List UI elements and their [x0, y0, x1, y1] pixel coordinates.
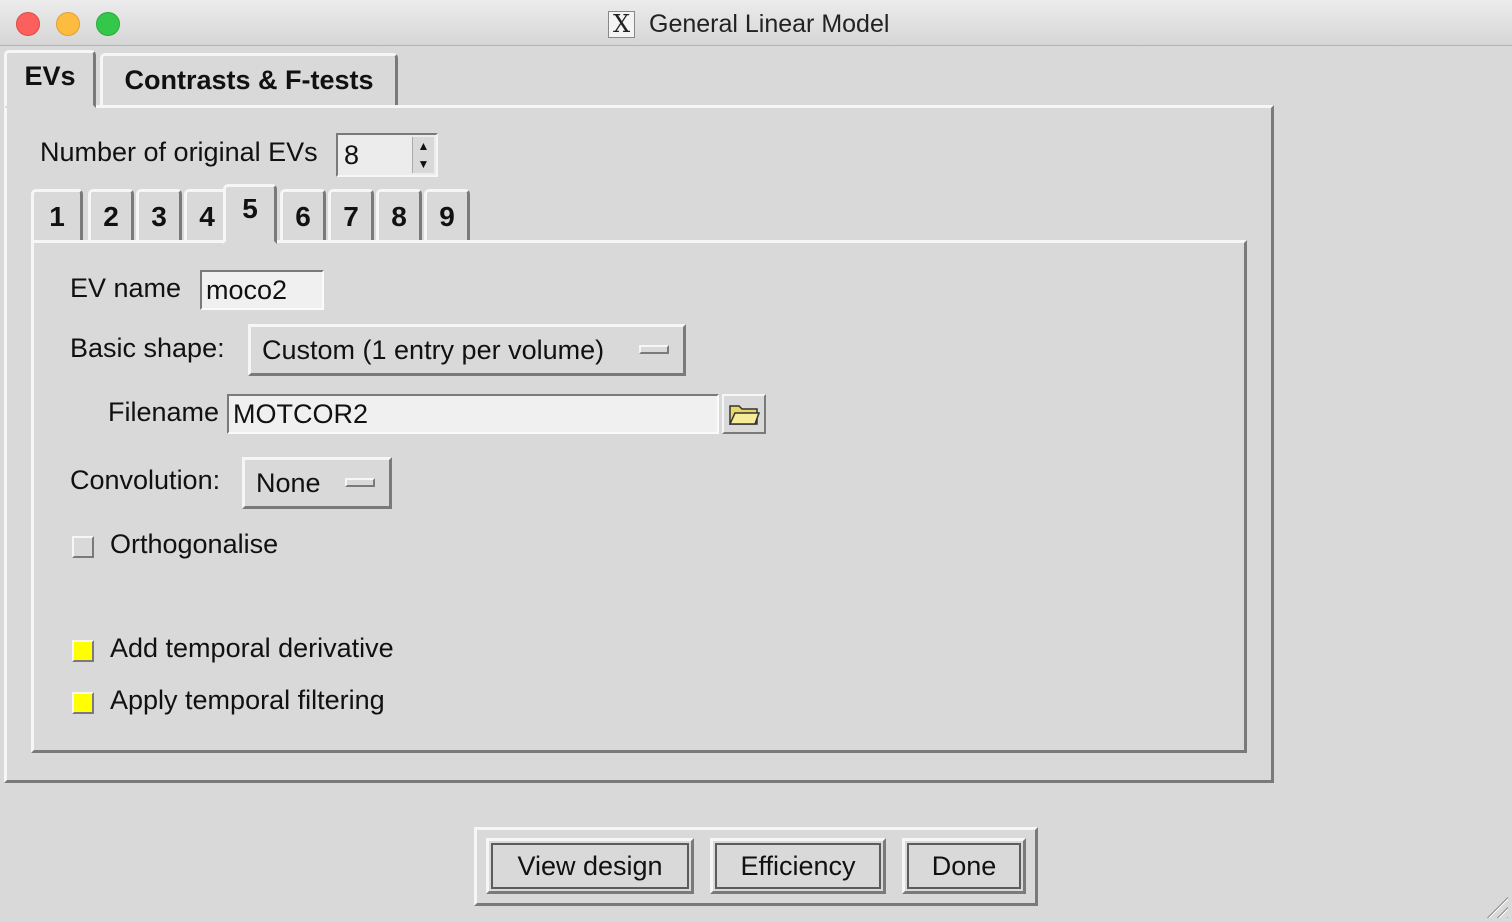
- ev-name-label: EV name: [70, 273, 182, 303]
- efficiency-button[interactable]: Efficiency: [710, 838, 886, 894]
- spin-down-icon[interactable]: ▼: [418, 158, 430, 170]
- close-window-button[interactable]: [16, 12, 40, 36]
- ev-count-spinbox[interactable]: 8 ▲ ▼: [336, 133, 438, 177]
- convolution-dropdown[interactable]: None: [242, 457, 392, 509]
- temporal-filtering-checkbox[interactable]: [72, 692, 94, 714]
- temporal-filtering-label: Apply temporal filtering: [110, 685, 385, 715]
- orthogonalise-label: Orthogonalise: [110, 529, 279, 559]
- orthogonalise-checkbox[interactable]: [72, 536, 94, 558]
- basic-shape-dropdown[interactable]: Custom (1 entry per volume): [248, 324, 686, 376]
- tab-evs[interactable]: EVs: [4, 50, 96, 108]
- title-wrap: X General Linear Model: [608, 8, 889, 40]
- done-button[interactable]: Done: [902, 838, 1026, 894]
- ev-tab-5[interactable]: 5: [223, 184, 277, 244]
- dropdown-indicator-icon: [345, 478, 375, 487]
- ev-count-value: 8: [344, 140, 360, 170]
- ev-tab-7[interactable]: 7: [328, 189, 374, 241]
- convolution-label: Convolution:: [70, 465, 221, 495]
- filename-input[interactable]: MOTCOR2: [227, 394, 719, 434]
- browse-folder-button[interactable]: [722, 394, 766, 434]
- basic-shape-value: Custom (1 entry per volume): [262, 334, 605, 365]
- view-design-button[interactable]: View design: [486, 838, 694, 894]
- temporal-derivative-checkbox[interactable]: [72, 640, 94, 662]
- ev-tab-6[interactable]: 6: [280, 189, 326, 241]
- dropdown-indicator-icon: [639, 345, 669, 354]
- maximize-window-button[interactable]: [96, 12, 120, 36]
- basic-shape-label: Basic shape:: [70, 333, 225, 363]
- ev-count-label: Number of original EVs: [40, 137, 318, 167]
- tab-contrasts[interactable]: Contrasts & F-tests: [100, 53, 398, 105]
- spin-up-icon[interactable]: ▲: [418, 140, 430, 152]
- window-title: General Linear Model: [649, 9, 890, 38]
- minimize-window-button[interactable]: [56, 12, 80, 36]
- x11-logo-icon: X: [608, 10, 635, 38]
- folder-icon: [728, 405, 760, 425]
- ev-tab-3[interactable]: 3: [136, 189, 182, 241]
- ev-details-panel: [31, 240, 1247, 753]
- ev-name-input[interactable]: moco2: [200, 270, 324, 310]
- temporal-derivative-label: Add temporal derivative: [110, 633, 394, 663]
- ev-tab-8[interactable]: 8: [376, 189, 422, 241]
- ev-tab-2[interactable]: 2: [88, 189, 134, 241]
- convolution-value: None: [256, 467, 321, 498]
- resize-grip-icon[interactable]: [1484, 894, 1508, 918]
- title-bar: X General Linear Model: [0, 0, 1512, 46]
- filename-label: Filename: [108, 397, 220, 427]
- ev-tab-1[interactable]: 1: [31, 189, 83, 241]
- spin-arrows[interactable]: ▲ ▼: [412, 137, 434, 173]
- ev-tab-9[interactable]: 9: [424, 189, 470, 241]
